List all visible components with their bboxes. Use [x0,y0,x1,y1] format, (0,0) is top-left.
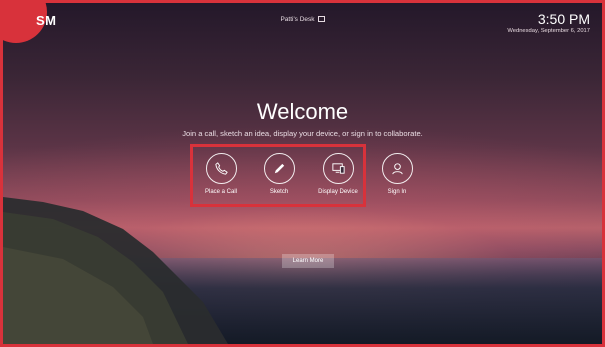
screen-icon [317,16,325,23]
highlight-box [190,144,366,207]
clock-time: 3:50 PM [537,11,590,27]
clock-date: Wednesday, September 6, 2017 [507,28,590,34]
desk-name-label: Patti's Desk [280,16,315,23]
user-icon [381,153,413,184]
page-title: Welcome [256,99,349,124]
clock: 3:50 PM Wednesday, September 6, 2017 [507,11,590,34]
welcome-screen: SM Patti's Desk 3:50 PM Wednesday, Septe… [0,0,605,347]
page-subtitle: Join a call, sketch an idea, display you… [182,129,423,138]
sign-in-label: Sign In [387,189,407,195]
sign-in-button[interactable]: Sign In [367,153,427,195]
background-sea [3,258,602,344]
learn-more-button[interactable]: Learn More [282,254,334,268]
